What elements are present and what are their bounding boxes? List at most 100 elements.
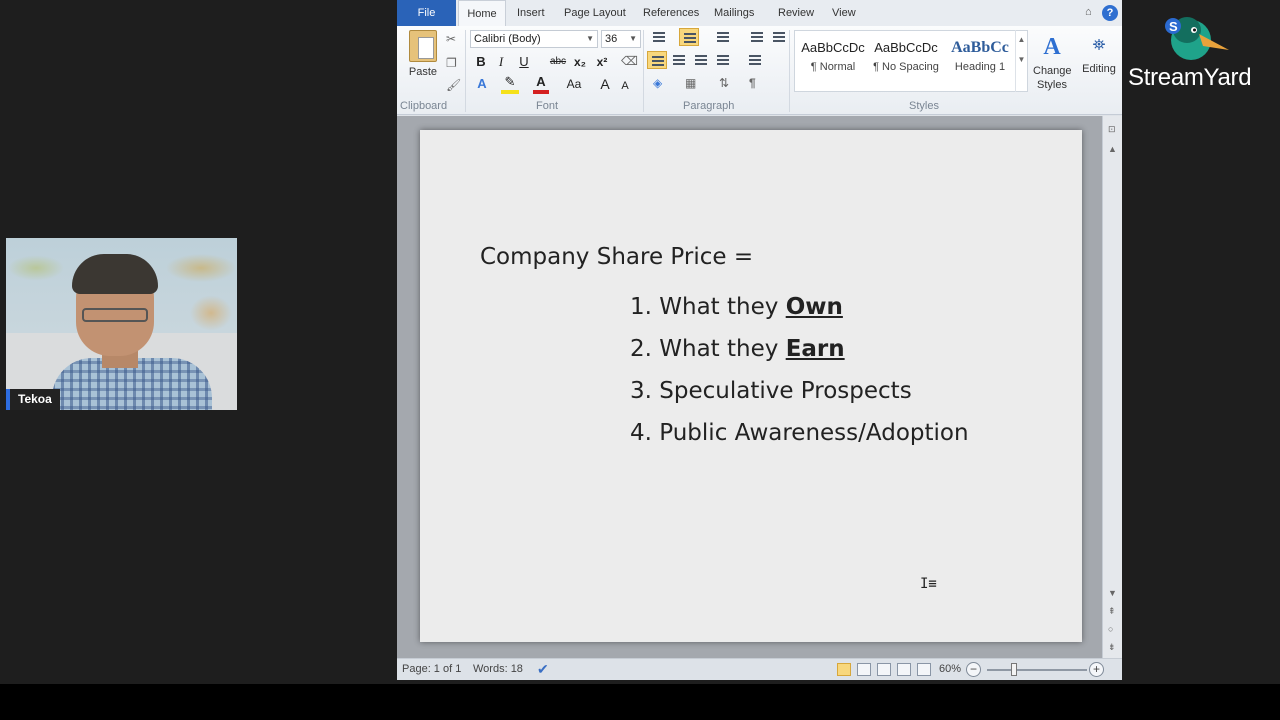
tab-review[interactable]: Review — [768, 0, 824, 26]
decrease-indent-button[interactable] — [747, 28, 767, 46]
chevron-down-icon: ▼ — [629, 34, 637, 43]
cut-icon[interactable]: ✂ — [446, 32, 456, 46]
multilevel-list-button[interactable] — [713, 28, 733, 46]
presenter-glasses — [82, 308, 148, 322]
line-spacing-button[interactable] — [745, 51, 765, 69]
align-right-button[interactable] — [691, 51, 711, 69]
style-name: ¶ No Spacing — [873, 61, 939, 73]
font-name-value: Calibri (Body) — [474, 33, 541, 45]
list-emphasis: Earn — [785, 336, 845, 362]
zoom-level[interactable]: 60% — [939, 663, 961, 675]
tab-references[interactable]: References — [633, 0, 709, 26]
style-preview: AaBbCcDc — [801, 40, 865, 55]
line-spacing-icon — [749, 55, 761, 65]
shrink-font-button[interactable]: A — [619, 76, 631, 96]
tab-page-layout[interactable]: Page Layout — [554, 0, 636, 26]
highlight-icon[interactable]: ✎ — [501, 74, 519, 94]
change-case-button[interactable]: Aa — [563, 74, 585, 94]
text-effects-icon[interactable]: A — [473, 74, 491, 94]
list-emphasis: Own — [785, 294, 843, 320]
font-color-icon[interactable]: A — [533, 74, 549, 94]
format-painter-icon[interactable]: 🖌 — [446, 78, 461, 92]
svg-text:S: S — [1169, 19, 1178, 34]
numbering-icon — [684, 33, 696, 43]
multilevel-list-icon — [717, 32, 729, 42]
previous-page-icon[interactable]: ⇞ — [1108, 606, 1116, 617]
editing-button[interactable]: ⛯ Editing — [1079, 30, 1119, 96]
tab-mailings[interactable]: Mailings — [704, 0, 764, 26]
zoom-slider[interactable] — [987, 669, 1087, 671]
align-left-button[interactable] — [647, 51, 667, 69]
scroll-up-icon[interactable]: ▲ — [1108, 144, 1117, 154]
tab-home[interactable]: Home — [458, 0, 506, 26]
shading-icon[interactable]: ◈ — [653, 76, 662, 90]
justify-button[interactable] — [713, 51, 733, 69]
web-layout-view-icon[interactable] — [877, 663, 891, 676]
styles-group-label: Styles — [909, 100, 939, 112]
change-styles-button[interactable]: A Change Styles — [1033, 30, 1072, 96]
outline-view-icon[interactable] — [897, 663, 911, 676]
italic-button[interactable]: I — [494, 52, 508, 72]
font-size-select[interactable]: 36 ▼ — [601, 30, 641, 48]
borders-icon[interactable]: ▦ — [685, 76, 696, 90]
style-no-spacing[interactable]: AaBbCcDc ¶ No Spacing — [869, 35, 943, 89]
list-item: 4. Public Awareness/Adoption — [630, 420, 969, 446]
style-name: ¶ Normal — [810, 61, 856, 73]
copy-icon[interactable]: ❐ — [446, 56, 457, 70]
minimize-ribbon-icon[interactable]: ⌂ — [1085, 6, 1092, 18]
help-icon[interactable]: ? — [1102, 5, 1118, 21]
ribbon: Paste ✂ ❐ 🖌 Clipboard Calibri (Body) ▼ 3… — [397, 26, 1122, 115]
clear-formatting-icon[interactable]: ⌫ — [621, 54, 638, 68]
zoom-out-icon[interactable]: − — [966, 662, 981, 677]
streamyard-logo-icon: S — [1165, 17, 1229, 60]
list-text: What they — [659, 336, 786, 362]
next-page-icon[interactable]: ⇟ — [1108, 642, 1116, 653]
subscript-button[interactable]: x₂ — [571, 52, 589, 72]
style-heading-1[interactable]: AaBbCc Heading 1 — [943, 35, 1017, 89]
tab-view[interactable]: View — [822, 0, 866, 26]
increase-indent-button[interactable] — [769, 28, 789, 46]
paragraph-group-label: Paragraph — [683, 100, 735, 112]
font-group-label: Font — [536, 100, 559, 112]
sort-icon[interactable]: ⇅ — [719, 76, 729, 90]
superscript-button[interactable]: x² — [593, 52, 611, 72]
paste-button[interactable]: Paste — [403, 30, 443, 92]
bullets-button[interactable] — [649, 28, 669, 46]
zoom-slider-thumb[interactable] — [1011, 663, 1017, 676]
zoom-in-icon[interactable]: + — [1089, 662, 1104, 677]
text-cursor-icon: I≡ — [920, 576, 937, 592]
style-preview: AaBbCcDc — [874, 40, 938, 55]
underline-button[interactable]: U — [517, 52, 531, 72]
font-name-select[interactable]: Calibri (Body) ▼ — [470, 30, 598, 48]
show-formatting-button[interactable]: ¶ — [749, 76, 756, 90]
document-page[interactable]: Company Share Price = 1. What they Own 2… — [420, 130, 1082, 642]
align-left-icon — [652, 56, 664, 66]
align-right-icon — [695, 55, 707, 65]
tab-insert[interactable]: Insert — [507, 0, 555, 26]
ruler-toggle-icon[interactable]: ⊡ — [1108, 124, 1116, 135]
streamyard-wordmark: StreamYard — [1128, 64, 1252, 91]
numbering-button[interactable] — [679, 28, 699, 46]
style-normal[interactable]: AaBbCcDc ¶ Normal — [796, 35, 870, 89]
print-layout-view-icon[interactable] — [837, 663, 851, 676]
divider — [789, 30, 790, 112]
strikethrough-button[interactable]: abc — [547, 52, 569, 72]
tab-file[interactable]: File — [397, 0, 456, 26]
proofing-icon[interactable]: ✔ — [537, 661, 549, 678]
align-center-button[interactable] — [669, 51, 689, 69]
styles-scroll[interactable]: ▲ ▼ — [1015, 30, 1027, 92]
webcam-feed — [6, 238, 237, 410]
list-number: 4. — [630, 420, 652, 446]
draft-view-icon[interactable] — [917, 663, 931, 676]
page-count[interactable]: Page: 1 of 1 — [402, 663, 461, 675]
browse-object-icon[interactable]: ○ — [1108, 624, 1113, 634]
scroll-down-icon[interactable]: ▼ — [1108, 588, 1117, 598]
grow-font-button[interactable]: A — [599, 74, 611, 94]
decrease-indent-icon — [751, 32, 763, 42]
document-area: Company Share Price = 1. What they Own 2… — [397, 116, 1122, 658]
bold-button[interactable]: B — [473, 52, 489, 72]
full-screen-reading-view-icon[interactable] — [857, 663, 871, 676]
word-count[interactable]: Words: 18 — [473, 663, 523, 675]
vertical-scrollbar[interactable]: ⊡ ▲ ▼ ⇞ ○ ⇟ — [1102, 116, 1122, 658]
list-text: Public Awareness/Adoption — [659, 420, 969, 446]
